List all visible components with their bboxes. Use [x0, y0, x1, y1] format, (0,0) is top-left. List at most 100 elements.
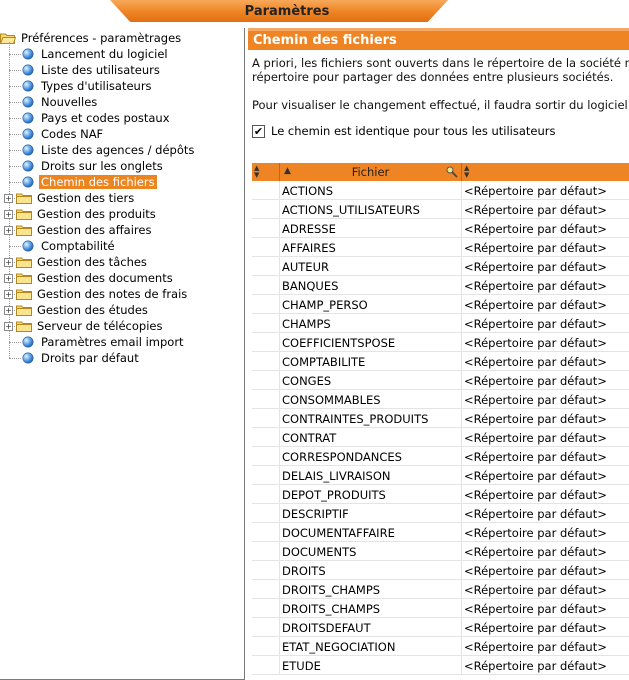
grid-row[interactable]: DROITS <Répertoire par défaut> — [252, 561, 629, 580]
grid-row[interactable]: CONTRAINTES_PRODUITS <Répertoire par défa… — [252, 409, 629, 428]
tree-item[interactable]: Comptabilité — [22, 238, 117, 254]
repertoire-cell[interactable]: <Répertoire par défaut> — [462, 371, 629, 390]
repertoire-cell[interactable]: <Répertoire par défaut> — [462, 352, 629, 371]
repertoire-cell[interactable]: <Répertoire par défaut> — [462, 295, 629, 314]
tree-item[interactable]: Chemin des fichiers — [22, 174, 157, 190]
tree-root[interactable]: Préférences - paramètrages — [0, 30, 183, 46]
grid-row[interactable]: DOCUMENTS <Répertoire par défaut> — [252, 542, 629, 561]
row-selector-cell[interactable] — [252, 542, 280, 561]
tree-item[interactable]: Lancement du logiciel — [22, 46, 170, 62]
repertoire-cell[interactable]: <Répertoire par défaut> — [462, 561, 629, 580]
header-selector[interactable]: ▲ ▼ — [252, 163, 280, 181]
repertoire-cell[interactable]: <Répertoire par défaut> — [462, 637, 629, 656]
tree-item[interactable]: Droits par défaut — [22, 350, 141, 366]
row-selector-cell[interactable] — [252, 352, 280, 371]
grid-row[interactable]: AUTEUR <Répertoire par défaut> — [252, 257, 629, 276]
row-selector-cell[interactable] — [252, 371, 280, 390]
expand-icon[interactable]: + — [4, 321, 13, 331]
grid-row[interactable]: CONSOMMABLES <Répertoire par défaut> — [252, 390, 629, 409]
tree-item[interactable]: + Gestion des tâches — [4, 254, 149, 270]
repertoire-cell[interactable]: <Répertoire par défaut> — [462, 485, 629, 504]
tree-item[interactable]: Codes NAF — [22, 126, 105, 142]
grid-row[interactable]: ETAT_NEGOCIATION <Répertoire par défaut> — [252, 637, 629, 656]
row-selector-cell[interactable] — [252, 599, 280, 618]
repertoire-cell[interactable]: <Répertoire par défaut> — [462, 618, 629, 637]
row-selector-cell[interactable] — [252, 561, 280, 580]
grid-row[interactable]: COEFFICIENTSPOSE <Répertoire par défaut> — [252, 333, 629, 352]
expand-icon[interactable]: + — [4, 289, 13, 299]
repertoire-cell[interactable]: <Répertoire par défaut> — [462, 200, 629, 219]
grid-row[interactable]: CHAMPS <Répertoire par défaut> — [252, 314, 629, 333]
same-path-checkbox[interactable]: ✔ — [252, 124, 265, 138]
grid-row[interactable]: CORRESPONDANCES <Répertoire par défaut> — [252, 447, 629, 466]
expand-icon[interactable]: + — [4, 257, 13, 267]
grid-row[interactable]: DROITS_CHAMPS <Répertoire par défaut> — [252, 580, 629, 599]
repertoire-cell[interactable]: <Répertoire par défaut> — [462, 466, 629, 485]
expand-icon[interactable]: + — [4, 273, 13, 283]
tree-item[interactable]: + Gestion des tiers — [4, 190, 136, 206]
grid-row[interactable]: ACTIONS_UTILISATEURS <Répertoire par défa… — [252, 200, 629, 219]
row-selector-cell[interactable] — [252, 238, 280, 257]
row-selector-cell[interactable] — [252, 390, 280, 409]
repertoire-cell[interactable]: <Répertoire par défaut> — [462, 314, 629, 333]
tree-item[interactable]: + Gestion des études — [4, 302, 150, 318]
grid-row[interactable]: DESCRIPTIF <Répertoire par défaut> — [252, 504, 629, 523]
row-selector-cell[interactable] — [252, 523, 280, 542]
tree-item[interactable]: + Gestion des produits — [4, 206, 158, 222]
row-selector-cell[interactable] — [252, 504, 280, 523]
header-repertoire[interactable]: ▲ ▼ — [462, 163, 629, 181]
row-selector-cell[interactable] — [252, 181, 280, 200]
row-selector-cell[interactable] — [252, 580, 280, 599]
row-selector-cell[interactable] — [252, 295, 280, 314]
repertoire-cell[interactable]: <Répertoire par défaut> — [462, 181, 629, 200]
same-path-option[interactable]: ✔ Le chemin est identique pour tous les … — [252, 124, 556, 138]
grid-row[interactable]: DELAIS_LIVRAISON <Répertoire par défaut> — [252, 466, 629, 485]
row-selector-cell[interactable] — [252, 276, 280, 295]
repertoire-cell[interactable]: <Répertoire par défaut> — [462, 238, 629, 257]
grid-row[interactable]: DROITSDEFAUT <Répertoire par défaut> — [252, 618, 629, 637]
grid-row[interactable]: DEPOT_PRODUITS <Répertoire par défaut> — [252, 485, 629, 504]
header-fichier[interactable]: ▲ Fichier — [280, 163, 462, 181]
repertoire-cell[interactable]: <Répertoire par défaut> — [462, 409, 629, 428]
row-selector-cell[interactable] — [252, 314, 280, 333]
repertoire-cell[interactable]: <Répertoire par défaut> — [462, 390, 629, 409]
search-key-icon[interactable] — [446, 166, 458, 178]
grid-row[interactable]: COMPTABILITE <Répertoire par défaut> — [252, 352, 629, 371]
tree-item[interactable]: Liste des utilisateurs — [22, 62, 162, 78]
repertoire-cell[interactable]: <Répertoire par défaut> — [462, 257, 629, 276]
repertoire-cell[interactable]: <Répertoire par défaut> — [462, 504, 629, 523]
tree-item[interactable]: Droits sur les onglets — [22, 158, 165, 174]
tree-item[interactable]: + Serveur de télécopies — [4, 318, 164, 334]
repertoire-cell[interactable]: <Répertoire par défaut> — [462, 656, 629, 675]
grid-row[interactable]: ACTIONS <Répertoire par défaut> — [252, 181, 629, 200]
row-selector-cell[interactable] — [252, 618, 280, 637]
row-selector-cell[interactable] — [252, 333, 280, 352]
tree-item[interactable]: Liste des agences / dépôts — [22, 142, 196, 158]
row-selector-cell[interactable] — [252, 637, 280, 656]
repertoire-cell[interactable]: <Répertoire par défaut> — [462, 428, 629, 447]
expand-icon[interactable]: + — [4, 193, 13, 203]
repertoire-cell[interactable]: <Répertoire par défaut> — [462, 599, 629, 618]
repertoire-cell[interactable]: <Répertoire par défaut> — [462, 447, 629, 466]
grid-row[interactable]: CONTRAT <Répertoire par défaut> — [252, 428, 629, 447]
grid-row[interactable]: BANQUES <Répertoire par défaut> — [252, 276, 629, 295]
tree-item[interactable]: Nouvelles — [22, 94, 99, 110]
grid-row[interactable]: CHAMP_PERSO <Répertoire par défaut> — [252, 295, 629, 314]
repertoire-cell[interactable]: <Répertoire par défaut> — [462, 580, 629, 599]
row-selector-cell[interactable] — [252, 485, 280, 504]
repertoire-cell[interactable]: <Répertoire par défaut> — [462, 542, 629, 561]
tree-item[interactable]: Pays et codes postaux — [22, 110, 172, 126]
repertoire-cell[interactable]: <Répertoire par défaut> — [462, 276, 629, 295]
tree-item[interactable]: Paramètres email import — [22, 334, 186, 350]
grid-row[interactable]: DOCUMENTAFFAIRE <Répertoire par défaut> — [252, 523, 629, 542]
tree-item[interactable]: + Gestion des affaires — [4, 222, 153, 238]
expand-icon[interactable]: + — [4, 305, 13, 315]
row-selector-cell[interactable] — [252, 656, 280, 675]
row-selector-cell[interactable] — [252, 428, 280, 447]
grid-row[interactable]: DROITS_CHAMPS <Répertoire par défaut> — [252, 599, 629, 618]
grid-row[interactable]: ADRESSE <Répertoire par défaut> — [252, 219, 629, 238]
tree-item[interactable]: Types d'utilisateurs — [22, 78, 154, 94]
repertoire-cell[interactable]: <Répertoire par défaut> — [462, 219, 629, 238]
expand-icon[interactable]: + — [4, 209, 13, 219]
grid-row[interactable]: CONGES <Répertoire par défaut> — [252, 371, 629, 390]
